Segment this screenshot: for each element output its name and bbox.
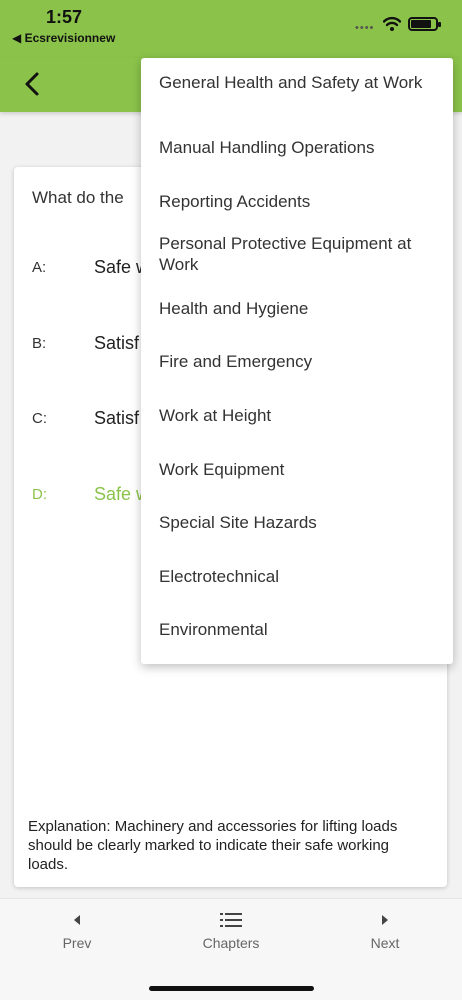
option-text: Satisf <box>94 408 140 428</box>
menu-item-ppe[interactable]: Personal Protective Equipment at Work <box>159 233 439 275</box>
battery-icon <box>408 17 441 31</box>
menu-item-environmental[interactable]: Environmental <box>159 619 439 640</box>
menu-item-health-hygiene[interactable]: Health and Hygiene <box>159 298 439 319</box>
bottom-nav: Prev Chapters Next <box>0 898 462 1000</box>
explanation-text: Explanation: Machinery and accessories f… <box>28 818 398 873</box>
back-button[interactable] <box>12 64 52 104</box>
chapters-menu: General Health and Safety at Work Manual… <box>141 58 453 664</box>
cellular-signal-icon: •••• <box>355 22 375 34</box>
status-bar: 1:57 ◀ Ecsrevisionnew •••• <box>0 0 462 58</box>
status-time: 1:57 <box>46 7 83 27</box>
prev-label: Prev <box>62 935 92 951</box>
option-letter: A: <box>32 259 47 276</box>
back-to-app-link[interactable]: ◀ Ecsrevisionnew <box>12 31 115 45</box>
list-icon <box>220 913 242 927</box>
menu-item-reporting-accidents[interactable]: Reporting Accidents <box>159 191 439 212</box>
wifi-icon <box>383 16 401 31</box>
menu-item-general-health-safety[interactable]: General Health and Safety at Work <box>159 72 439 93</box>
menu-item-fire-emergency[interactable]: Fire and Emergency <box>159 351 439 372</box>
prev-button[interactable]: Prev <box>27 909 127 959</box>
menu-item-work-at-height[interactable]: Work at Height <box>159 405 439 426</box>
next-button[interactable]: Next <box>335 909 435 959</box>
menu-item-work-equipment[interactable]: Work Equipment <box>159 459 439 480</box>
question-text: What do the <box>32 188 124 207</box>
menu-item-special-site-hazards[interactable]: Special Site Hazards <box>159 512 439 533</box>
option-letter: D: <box>32 486 47 503</box>
chevron-left-icon <box>25 72 39 96</box>
menu-item-manual-handling[interactable]: Manual Handling Operations <box>159 137 439 158</box>
next-label: Next <box>370 935 400 951</box>
option-letter: C: <box>32 410 47 427</box>
caret-right-icon <box>382 915 388 925</box>
caret-left-icon <box>74 915 80 925</box>
chapters-button[interactable]: Chapters <box>181 909 281 959</box>
chapters-label: Chapters <box>202 935 260 951</box>
option-letter: B: <box>32 335 47 352</box>
option-text: Satisf <box>94 333 140 353</box>
menu-item-electrotechnical[interactable]: Electrotechnical <box>159 566 439 587</box>
home-indicator <box>149 986 314 991</box>
